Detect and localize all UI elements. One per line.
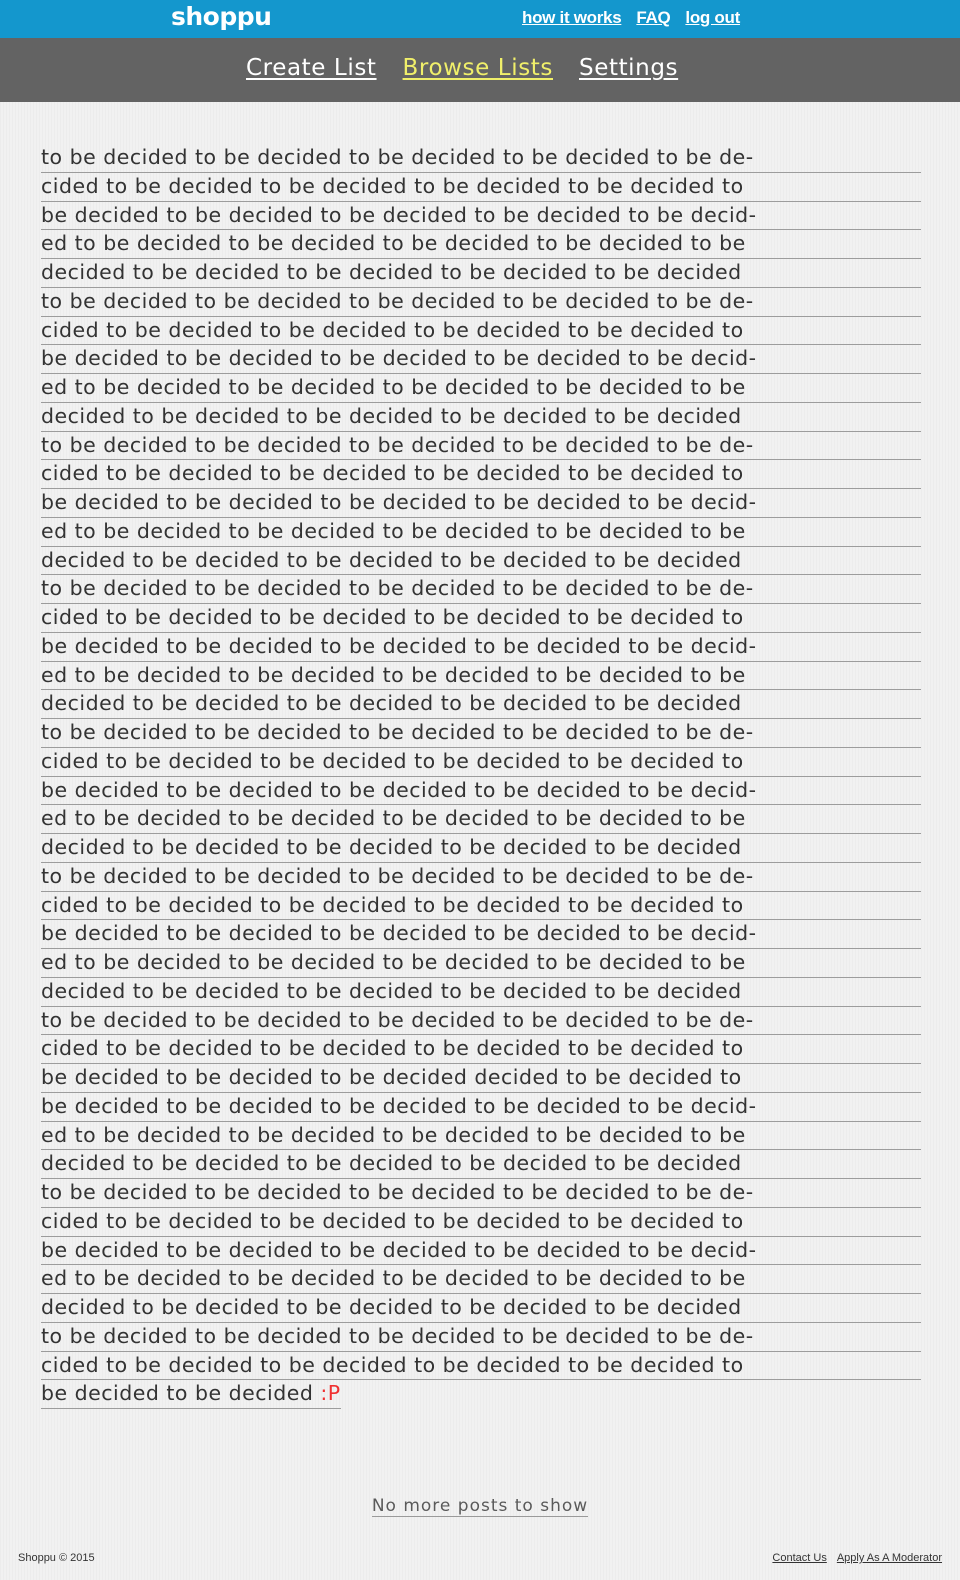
no-more-posts-label: No more posts to show [371,1496,589,1517]
post-text-line: cided to be decided to be decided to be … [41,1034,921,1064]
post-text-line: ed to be decided to be decided to be dec… [41,661,921,691]
apply-moderator-link[interactable]: Apply As A Moderator [837,1552,942,1564]
footer-copyright: Shoppu © 2015 [18,1552,95,1564]
post-text[interactable]: to be decided to be decided to be decide… [41,143,921,1409]
footer-links: Contact Us Apply As A Moderator [772,1552,942,1564]
faq-link[interactable]: FAQ [636,8,670,28]
post-text-line: cided to be decided to be decided to be … [41,603,921,633]
post-text-line: ed to be decided to be decided to be dec… [41,948,921,978]
post-text-line: be decided to be decided to be decided t… [41,344,921,374]
post-text-line: be decided to be decided to be decided t… [41,201,921,231]
main-nav: Create List Browse Lists Settings [0,38,960,102]
header-links: how it works FAQ log out [522,8,740,28]
contact-us-link[interactable]: Contact Us [772,1552,826,1564]
post-text-line: to be decided to be decided to be decide… [41,1006,921,1036]
post-text-line: ed to be decided to be decided to be dec… [41,373,921,403]
nav-settings[interactable]: Settings [579,52,678,84]
post-text-line: be decided to be decided to be decided t… [41,488,921,518]
post-text-line: decided to be decided to be decided to b… [41,258,921,288]
post-text-line: to be decided to be decided to be decide… [41,431,921,461]
post-text-line: ed to be decided to be decided to be dec… [41,1121,921,1151]
post-text-line: decided to be decided to be decided to b… [41,977,921,1007]
end-of-feed: No more posts to show [0,1494,960,1518]
brand-logo[interactable]: shoppu [171,1,272,33]
post-text-line: be decided to be decided to be decided t… [41,776,921,806]
post-text-line: be decided to be decided to be decided d… [41,1063,921,1093]
post-text-line: decided to be decided to be decided to b… [41,1149,921,1179]
top-bar: shoppu how it works FAQ log out [0,0,960,38]
post-text-line: be decided to be decided to be decided t… [41,1236,921,1266]
nav-create-list[interactable]: Create List [246,52,377,84]
post-text-line: to be decided to be decided to be decide… [41,862,921,892]
post-text-line: decided to be decided to be decided to b… [41,833,921,863]
nav-browse-lists[interactable]: Browse Lists [403,52,553,84]
how-it-works-link[interactable]: how it works [522,8,622,28]
post-emoticon: :P [320,1381,341,1406]
post-text-line: cided to be decided to be decided to be … [41,459,921,489]
post-text-line: be decided to be decided to be decided t… [41,632,921,662]
post-text-line: decided to be decided to be decided to b… [41,546,921,576]
post-text-line: decided to be decided to be decided to b… [41,1293,921,1323]
post-text-line: ed to be decided to be decided to be dec… [41,1264,921,1294]
post-text-line: cided to be decided to be decided to be … [41,747,921,777]
post-text-line: to be decided to be decided to be decide… [41,574,921,604]
post-text-line: cided to be decided to be decided to be … [41,172,921,202]
post-text-last-line: be decided to be decided :P [41,1379,341,1409]
post-text-line: ed to be decided to be decided to be dec… [41,804,921,834]
post-text-line: to be decided to be decided to be decide… [41,1322,921,1352]
post-text-line: to be decided to be decided to be decide… [41,143,921,173]
post-text-line: to be decided to be decided to be decide… [41,718,921,748]
post-text-line: cided to be decided to be decided to be … [41,891,921,921]
post-text-line: be decided to be decided to be decided t… [41,919,921,949]
post-text-line: cided to be decided to be decided to be … [41,1207,921,1237]
post-text-line: ed to be decided to be decided to be dec… [41,229,921,259]
post-text-line: decided to be decided to be decided to b… [41,402,921,432]
post-card: to be decided to be decided to be decide… [41,143,921,1409]
log-out-link[interactable]: log out [685,8,740,28]
post-text-line: be decided to be decided [41,1381,321,1406]
post-text-line: cided to be decided to be decided to be … [41,316,921,346]
post-text-line: to be decided to be decided to be decide… [41,1178,921,1208]
post-text-line: decided to be decided to be decided to b… [41,689,921,719]
post-text-line: ed to be decided to be decided to be dec… [41,517,921,547]
post-text-line: be decided to be decided to be decided t… [41,1092,921,1122]
post-text-line: to be decided to be decided to be decide… [41,287,921,317]
post-text-line: cided to be decided to be decided to be … [41,1351,921,1381]
